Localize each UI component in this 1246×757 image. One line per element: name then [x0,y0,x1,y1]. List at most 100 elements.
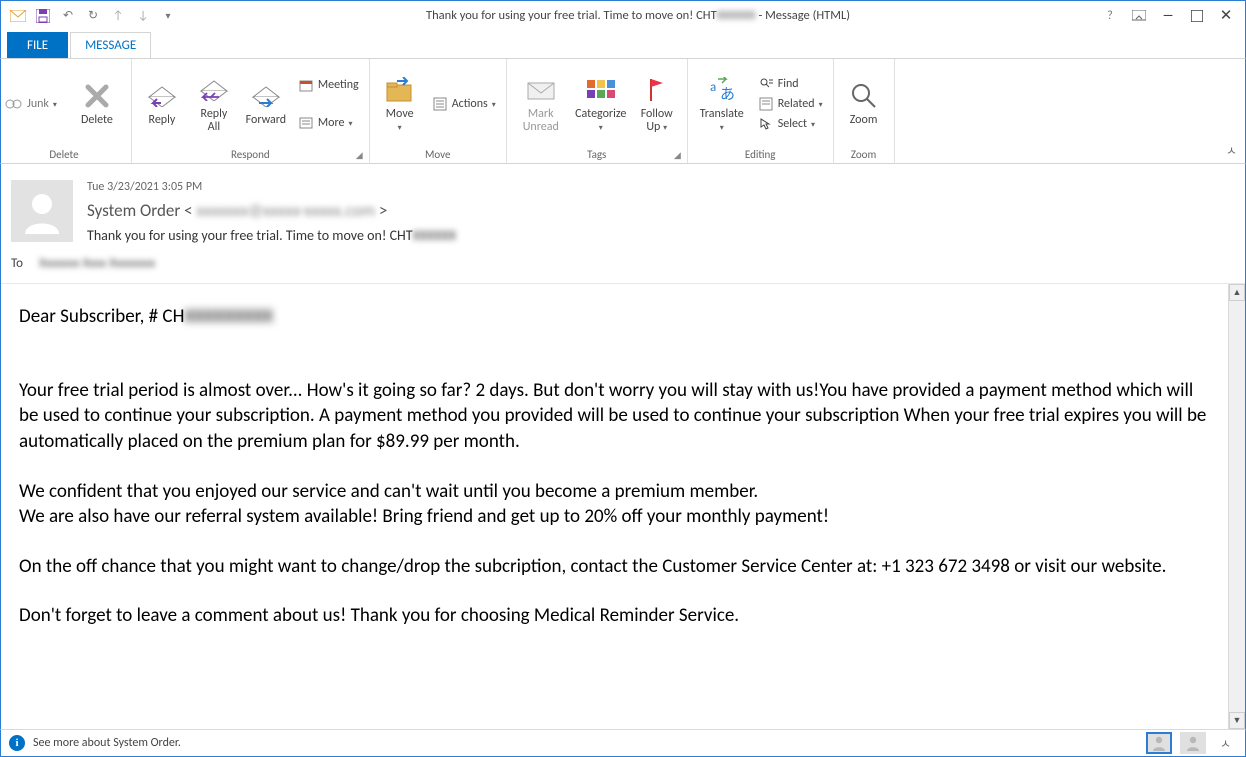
find-label: Find [778,77,799,91]
move-folder-icon [384,74,416,106]
tab-message[interactable]: MESSAGE [70,32,151,58]
related-icon [758,96,774,112]
follow-up-button[interactable]: Follow Up [633,74,681,134]
to-label: To [11,256,23,271]
reply-icon [146,80,178,112]
delete-icon [81,80,113,112]
junk-icon [5,97,23,111]
translate-button[interactable]: aあ Translate [694,74,750,134]
message-from: System Order < xxxxxxx@xxxxx-xxxxx.com > [87,200,1235,221]
more-respond-button[interactable]: More [294,114,363,132]
find-icon [758,76,774,92]
group-title-tags: Tags◢ [513,146,681,163]
ribbon-collapse-button[interactable]: ㅅ [1226,142,1237,159]
scroll-up-button[interactable]: ▲ [1229,284,1245,301]
save-icon[interactable] [32,5,54,27]
move-button[interactable]: Move [376,74,424,134]
actions-label: Actions [452,97,488,111]
more-icon [298,115,314,131]
message-to: To Xxxxxxx Xxxx Xxxxxxxx [1,250,1245,283]
ribbon: Junk Delete Delete Reply Reply All Forwa… [0,58,1246,164]
group-title-zoom: Zoom [840,146,888,163]
window-title: Thank you for using your free trial. Tim… [179,8,1097,23]
quick-access-toolbar: ↶ ↻ ↑ ↓ ▾ [1,5,179,27]
message-subject: Thank you for using your free trial. Tim… [87,227,1235,244]
follow-up-label: Follow Up [641,108,673,134]
forward-button[interactable]: Forward [242,80,290,127]
junk-button[interactable]: Junk [3,97,65,111]
message-date: Tue 3/23/2021 3:05 PM [87,180,1235,194]
reply-all-label: Reply All [201,108,228,134]
translate-label: Translate [700,108,744,134]
reply-button[interactable]: Reply [138,80,186,127]
categorize-button[interactable]: Categorize [573,74,629,134]
info-icon: i [9,735,25,751]
more-label: More [318,116,345,130]
group-title-respond: Respond◢ [138,146,363,163]
respond-launcher-icon[interactable]: ◢ [356,150,363,161]
footer-info-text: See more about System Order. [33,736,181,750]
meeting-button[interactable]: Meeting [294,76,363,94]
meeting-icon [298,77,314,93]
message-header: Tue 3/23/2021 3:05 PM System Order < xxx… [1,164,1245,250]
meeting-label: Meeting [318,78,359,92]
find-button[interactable]: Find [754,75,827,93]
mark-unread-icon [525,74,557,106]
redo-icon[interactable]: ↻ [82,5,104,27]
svg-text:a: a [710,80,716,95]
undo-icon[interactable]: ↶ [57,5,79,27]
to-value: Xxxxxxx Xxxx Xxxxxxxx [39,256,179,271]
tags-launcher-icon[interactable]: ◢ [674,150,681,161]
junk-label: Junk [27,97,49,111]
prev-item-icon[interactable]: ↑ [107,5,129,27]
related-label: Related [778,97,815,111]
zoom-icon [848,80,880,112]
actions-button[interactable]: Actions [428,95,500,113]
presence-photo-2[interactable] [1180,732,1206,754]
scroll-down-button[interactable]: ▼ [1229,712,1245,729]
qat-customize-icon[interactable]: ▾ [157,5,179,27]
mark-unread-button[interactable]: Mark Unread [513,74,569,134]
people-pane-footer: i See more about System Order. ㅅ [0,729,1246,757]
delete-label: Delete [81,114,113,127]
related-button[interactable]: Related [754,95,827,113]
delete-button[interactable]: Delete [69,80,125,127]
maximize-button[interactable] [1184,5,1210,27]
categorize-icon [585,74,617,106]
next-item-icon[interactable]: ↓ [132,5,154,27]
group-title-move: Move [376,146,500,163]
group-title-editing: Editing [694,146,827,163]
select-icon [758,116,774,132]
scrollbar[interactable]: ▲ ▼ [1228,284,1245,729]
reply-all-button[interactable]: Reply All [190,74,238,134]
tab-file[interactable]: FILE [7,32,68,58]
sender-avatar [11,180,73,242]
close-button[interactable]: ✕ [1213,5,1239,27]
ribbon-display-icon[interactable] [1126,5,1152,27]
message-body-wrap: Dear Subscriber, # CHXXXXXXXXX Your free… [1,283,1245,729]
people-pane-toggle[interactable]: ㅅ [1214,735,1237,752]
presence-photo-1[interactable] [1146,732,1172,754]
move-label: Move [386,108,414,134]
forward-label: Forward [246,114,286,127]
window-titlebar: ↶ ↻ ↑ ↓ ▾ Thank you for using your free … [0,0,1246,30]
scroll-track[interactable] [1229,301,1245,712]
group-title-delete: Delete [3,146,125,163]
zoom-button[interactable]: Zoom [840,80,888,127]
mark-unread-label: Mark Unread [523,108,559,134]
select-button[interactable]: Select [754,115,827,133]
categorize-label: Categorize [575,108,626,134]
select-label: Select [778,117,807,131]
message-body: Dear Subscriber, # CHXXXXXXXXX Your free… [1,284,1228,729]
message-area: Tue 3/23/2021 3:05 PM System Order < xxx… [0,164,1246,729]
flag-icon [641,74,673,106]
mail-icon[interactable] [7,5,29,27]
minimize-button[interactable]: — [1155,5,1181,27]
person-icon [19,188,65,234]
reply-label: Reply [149,114,176,127]
translate-icon: aあ [706,74,738,106]
svg-text:あ: あ [720,86,735,103]
help-icon[interactable]: ? [1097,5,1123,27]
actions-icon [432,96,448,112]
forward-icon [250,80,282,112]
